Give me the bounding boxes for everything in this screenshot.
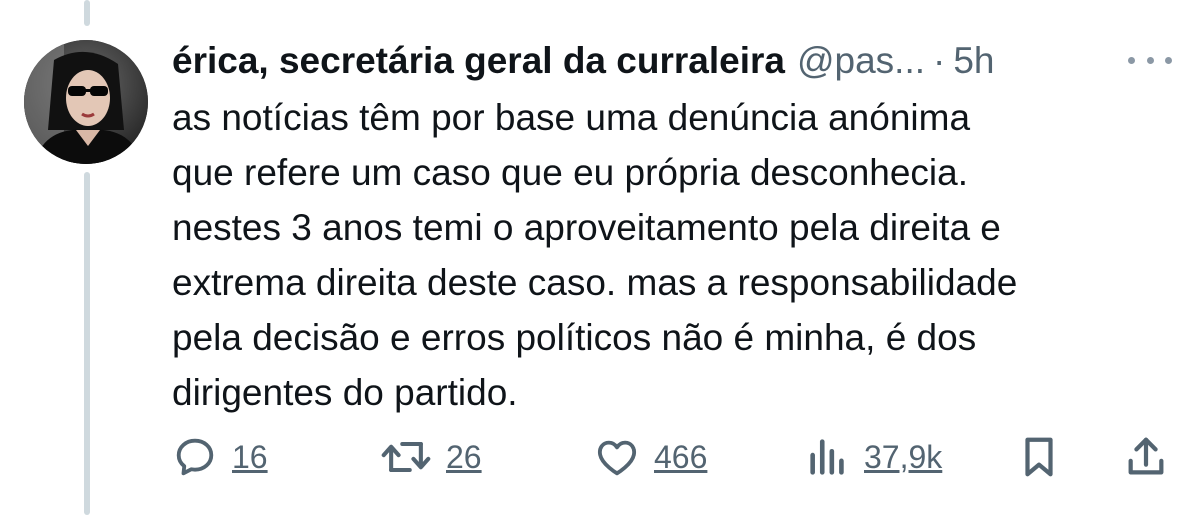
tweet-text-line: dirigentes do partido. xyxy=(172,372,518,413)
tweet-header: érica, secretária geral da curraleira @p… xyxy=(172,36,995,86)
views-button[interactable]: 37,9k xyxy=(806,432,942,482)
retweet-icon xyxy=(381,441,431,473)
bookmark-button[interactable] xyxy=(1018,432,1060,482)
share-icon xyxy=(1128,437,1164,475)
action-bar: 16 26 466 37,9k xyxy=(0,432,1200,482)
bookmark-icon xyxy=(1025,437,1053,477)
author-name[interactable]: érica, secretária geral da curraleira xyxy=(172,40,785,82)
retweet-count[interactable]: 26 xyxy=(446,439,482,476)
reply-button[interactable]: 16 xyxy=(172,432,268,482)
timestamp[interactable]: 5h xyxy=(953,40,994,82)
tweet-text: as notícias têm por base uma denúncia an… xyxy=(172,90,1172,420)
avatar-image xyxy=(24,40,148,164)
thread-line-top xyxy=(84,0,90,26)
tweet-text-line: as notícias têm por base uma denúncia an… xyxy=(172,97,971,138)
like-button[interactable]: 466 xyxy=(594,432,707,482)
retweet-button[interactable]: 26 xyxy=(380,432,482,482)
tweet-text-line: extrema direita deste caso. mas a respon… xyxy=(172,262,1018,303)
views-icon xyxy=(810,439,844,475)
heart-icon xyxy=(597,440,637,476)
more-dot xyxy=(1128,56,1135,64)
more-dot xyxy=(1165,56,1172,64)
avatar[interactable] xyxy=(24,40,148,164)
tweet-text-line: que refere um caso que eu própria descon… xyxy=(172,152,969,193)
more-icon[interactable] xyxy=(1128,48,1172,72)
reply-count[interactable]: 16 xyxy=(232,439,268,476)
views-count[interactable]: 37,9k xyxy=(864,439,942,476)
share-button[interactable] xyxy=(1124,432,1168,482)
tweet-text-line: pela decisão e erros políticos não é min… xyxy=(172,317,977,358)
like-count[interactable]: 466 xyxy=(654,439,707,476)
reply-icon xyxy=(176,438,214,476)
separator-dot: · xyxy=(933,40,946,81)
tweet-text-line: nestes 3 anos temi o aproveitamento pela… xyxy=(172,207,1001,248)
more-dot xyxy=(1146,56,1154,64)
author-handle[interactable]: @pas... xyxy=(797,40,925,82)
